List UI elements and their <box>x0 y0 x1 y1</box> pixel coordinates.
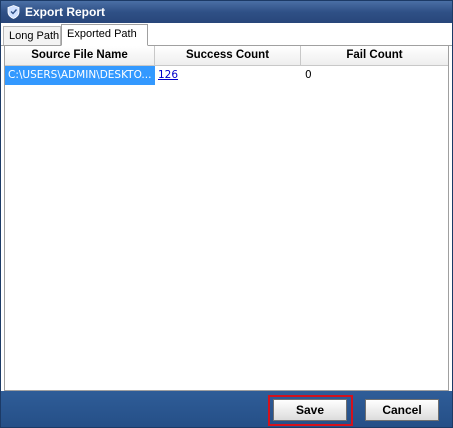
shield-app-icon <box>7 5 20 19</box>
report-grid: Source File Name Success Count Fail Coun… <box>4 46 449 391</box>
tab-strip: Long Path Exported Path <box>1 23 452 46</box>
window-title: Export Report <box>25 5 106 19</box>
button-bar: Save Cancel <box>1 391 452 427</box>
fail-count-cell: 0 <box>305 69 312 81</box>
export-report-window: Export Report Long Path Exported Path So… <box>0 0 453 428</box>
grid-header: Source File Name Success Count Fail Coun… <box>5 46 448 66</box>
table-row[interactable]: C:\USERS\ADMIN\DESKTO... 126 0 <box>5 66 448 85</box>
title-bar[interactable]: Export Report <box>1 1 452 23</box>
column-header-source-file-name[interactable]: Source File Name <box>5 46 155 65</box>
source-file-name-cell[interactable]: C:\USERS\ADMIN\DESKTO... <box>5 66 155 85</box>
success-count-link[interactable]: 126 <box>155 66 301 85</box>
tab-long-path[interactable]: Long Path <box>3 26 61 45</box>
save-button[interactable]: Save <box>273 399 347 421</box>
cancel-button[interactable]: Cancel <box>365 399 439 421</box>
column-header-fail-count[interactable]: Fail Count <box>301 46 448 65</box>
column-header-success-count[interactable]: Success Count <box>155 46 301 65</box>
tab-exported-path[interactable]: Exported Path <box>61 24 148 46</box>
